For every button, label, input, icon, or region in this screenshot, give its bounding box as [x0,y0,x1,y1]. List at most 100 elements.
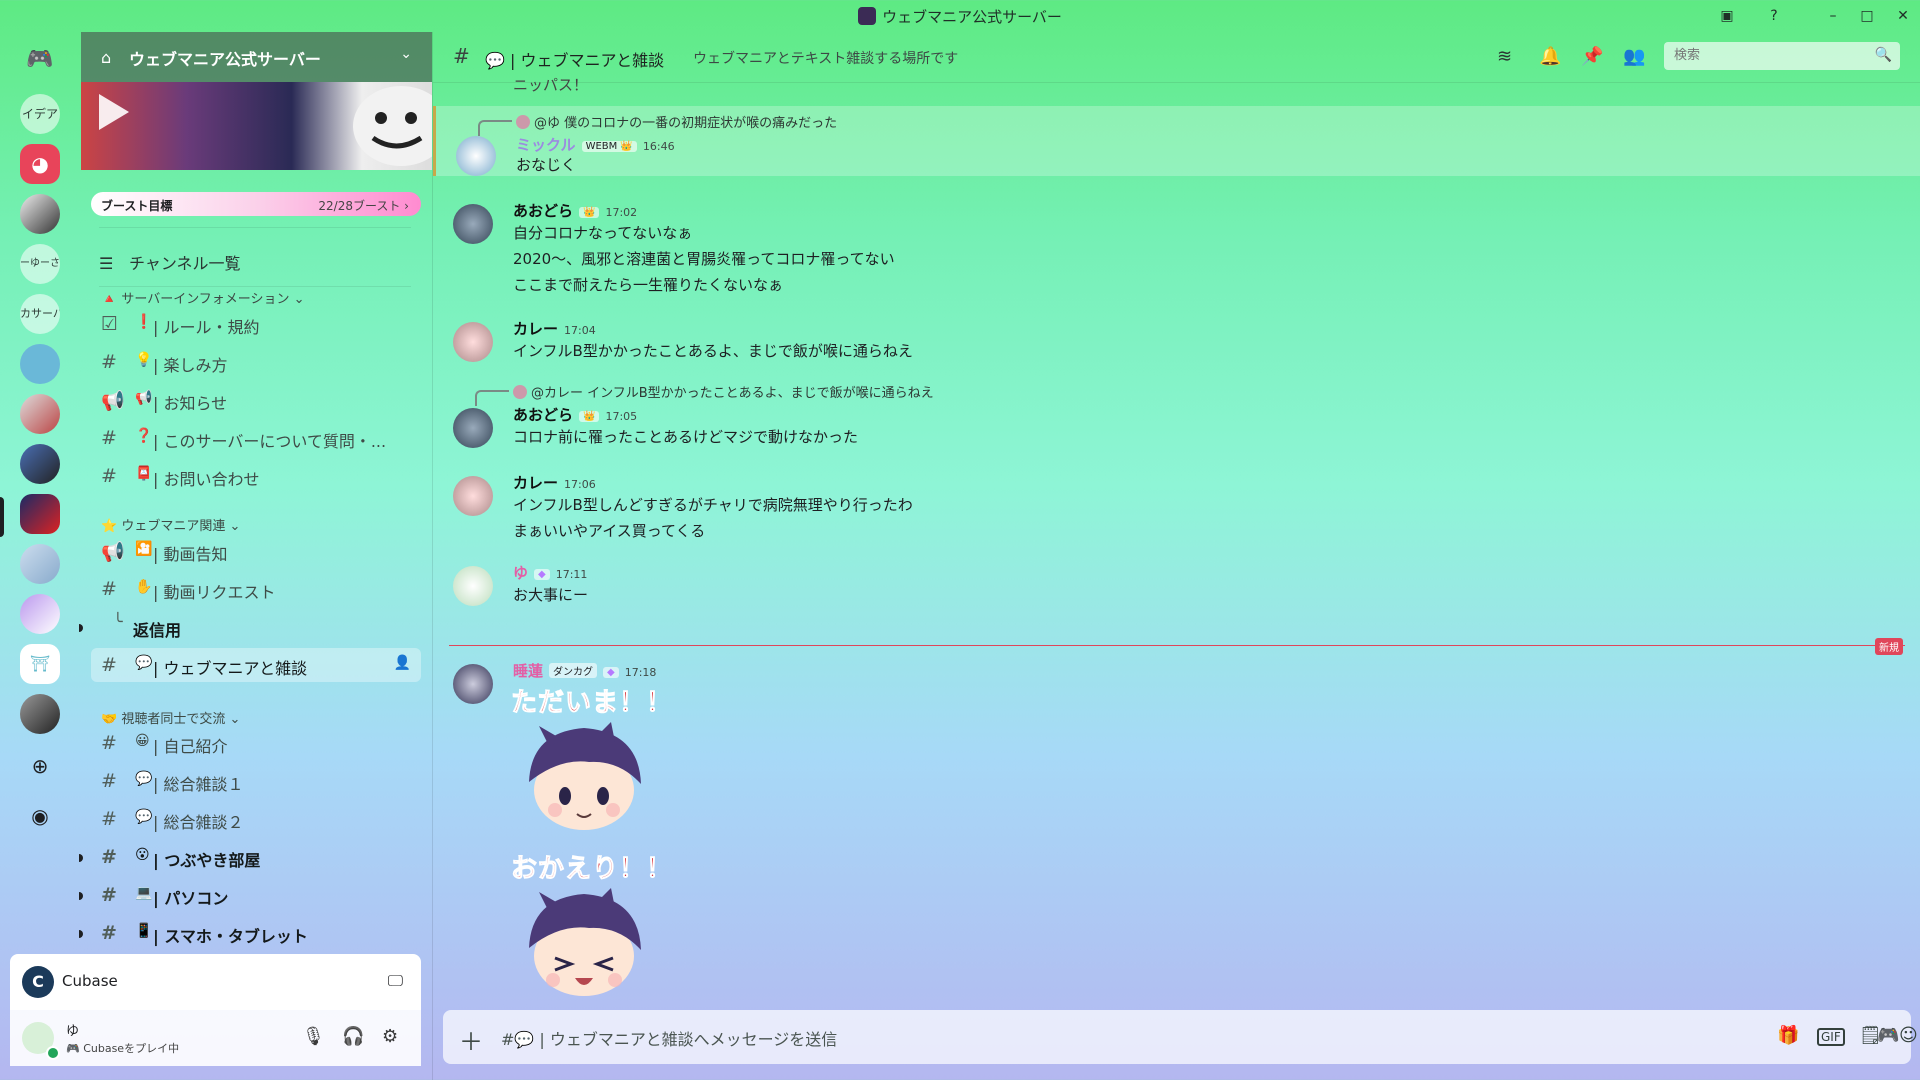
explore-servers-icon[interactable]: ◉ [26,802,54,830]
apps-icon[interactable]: 🎮 [1877,1025,1899,1046]
channel-rules[interactable]: ☑ ❗ | ルール・規約 [91,307,421,341]
server-avatar-7[interactable]: ⛩ [20,644,60,684]
sticker-face-laugh[interactable] [519,888,649,1000]
message-author[interactable]: あおどら [513,406,573,424]
channel-general-2[interactable]: # 💬 | 総合雑談２ [91,802,421,836]
unread-indicator [79,624,83,632]
help-icon[interactable]: ? [1764,6,1784,26]
boost-goal-bar[interactable]: ブースト目標 22/28ブースト › [91,192,421,216]
avatar[interactable] [453,664,493,704]
message-text: インフルB型かかったことあるよ、まじで飯が喉に通らねえ [513,342,913,360]
inbox-icon[interactable]: ▣ [1717,6,1737,26]
bell-icon[interactable]: 🔔 [1539,46,1561,67]
avatar[interactable] [456,136,496,176]
selected-server-pill [0,497,4,537]
window-title: ウェブマニア公式サーバー [0,6,1920,27]
discord-server-icon[interactable]: ◕ [20,144,60,184]
channel-how-to-enjoy[interactable]: # 💡 | 楽しみ方 [91,345,421,379]
avatar[interactable] [453,566,493,606]
server-avatar-5[interactable] [20,544,60,584]
discord-home-icon[interactable]: 🎮 [20,40,60,80]
server-avatar-2[interactable] [20,344,60,384]
message-author[interactable]: ゆ [513,564,528,582]
avatar[interactable] [453,476,493,516]
channel-smartphone[interactable]: # 📱 | スマホ・タブレット [79,916,421,950]
gif-icon[interactable]: GIF [1817,1028,1845,1046]
server-header[interactable]: ⌂ ウェブマニア公式サーバー ⌄ [81,32,432,82]
username[interactable]: ゆ [66,1020,79,1039]
message-author[interactable]: あおどら [513,202,573,220]
message-text: おなじく [516,156,577,174]
channel-webmania-chat[interactable]: # 💬 | ウェブマニアと雑談 👤 [91,648,421,682]
headphones-icon[interactable]: 🎧 [342,1026,364,1047]
minimize-button[interactable]: – [1823,6,1843,26]
message-input[interactable]: #💬 | ウェブマニアと雑談へメッセージを送信 [501,1026,837,1050]
sticker-face-smile[interactable] [519,722,649,834]
search-input[interactable] [1672,47,1866,64]
server-avatar-6[interactable] [20,594,60,634]
add-server-icon[interactable]: ⊕ [26,752,54,780]
divider [99,227,411,228]
channel-self-intro[interactable]: # 😀 | 自己紹介 [91,726,421,760]
gear-icon[interactable]: ⚙ [382,1026,398,1047]
server-avatar-4[interactable] [20,444,60,484]
avatar[interactable] [453,204,493,244]
channel-general-1[interactable]: # 💬 | 総合雑談１ [91,764,421,798]
channel-pc[interactable]: # 💻 | パソコン [79,878,421,912]
message-text: ここまで耐えたら一生罹りたくないなぁ [513,276,784,294]
reply-preview[interactable]: @ゆ 僕のコロナの一番の初期症状が喉の痛みだった [516,112,837,131]
avatar[interactable] [453,408,493,448]
channel-video-request[interactable]: # ✋ | 動画リクエスト [91,572,421,606]
server-kasaba[interactable]: カサーバ [20,294,60,334]
channel-topic[interactable]: ウェブマニアとテキスト雑談する場所です [693,48,958,68]
channel-contact[interactable]: # 📮 | お問い合わせ [91,459,421,493]
channel-browser-button[interactable]: ☰ チャンネル一覧 [99,250,241,274]
channel-announcements[interactable]: 📢 📢 | お知らせ [91,383,421,417]
member-list-icon[interactable]: 👥 [1623,46,1645,67]
online-status-icon [46,1046,60,1060]
threads-icon[interactable]: ≋ [1497,46,1512,67]
category-viewers[interactable]: 🤝 視聴者同士で交流 ⌄ [101,708,240,727]
search-icon: 🔍 [1874,47,1892,63]
message-author[interactable]: ミックル [516,136,576,154]
channel-tsubuyaki[interactable]: # 😮 | つぶやき部屋 [79,840,421,874]
close-button[interactable]: ✕ [1893,6,1913,26]
server-banner [81,82,432,170]
emoji-icon[interactable]: ☺ [1899,1025,1918,1046]
cubase-icon: C [22,966,54,998]
microphone-icon[interactable]: 🎙 [302,1026,325,1047]
message-text: コロナ前に罹ったことあるけどマジで動けなかった [513,428,859,446]
reply-preview[interactable]: @カレー インフルB型かかったことあるよ、まじで飯が喉に通らねえ [513,382,934,401]
category-webmania[interactable]: ⭐ ウェブマニア関連 ⌄ [101,515,240,534]
server-avatar-3[interactable] [20,394,60,434]
server-app-icon [858,7,877,25]
search-box[interactable]: 🔍 [1664,42,1900,70]
server-webmania[interactable] [20,494,60,534]
message-timestamp: 17:06 [564,478,596,491]
banner-art [99,86,432,166]
add-member-icon[interactable]: 👤 [394,655,411,671]
avatar[interactable] [453,322,493,362]
message-author[interactable]: カレー [513,320,558,338]
attach-plus-icon[interactable]: ＋ [459,1022,483,1057]
server-avatar-1[interactable] [20,194,60,234]
hash-icon: # [453,44,470,68]
maximize-button[interactable]: □ [1857,6,1877,26]
server-yuusa[interactable]: ーゆーさ [20,244,60,284]
message-author[interactable]: カレー [513,474,558,492]
pin-icon[interactable]: 📌 [1581,46,1603,67]
message-text: ニッパス！ [513,76,589,94]
channel-server-questions[interactable]: # ❓ | このサーバーについて質問・... [91,421,421,455]
channel-header: # 💬 | ウェブマニアと雑談 ウェブマニアとテキスト雑談する場所です ≋ 🔔 … [433,32,1920,83]
server-avatar-8[interactable] [20,694,60,734]
gift-icon[interactable]: 🎁 [1777,1025,1799,1046]
message-author[interactable]: 睡蓮 [513,662,543,680]
message: @ゆ 僕のコロナの一番の初期症状が喉の痛みだった ミックル WEBM 👑 16:46… [433,106,1920,176]
server-idea[interactable]: イデア [20,94,60,134]
screen-share-icon[interactable]: 🖵 [388,971,403,991]
category-server-info[interactable]: 🔺 サーバーインフォメーション ⌄ [101,288,305,307]
message-timestamp: 17:05 [605,410,638,423]
channel-video-notice[interactable]: 📢 🎦 | 動画告知 [91,534,421,568]
server-tag-badge: ダンカグ [549,663,598,678]
thread-reply[interactable]: ╰ 返信用 [79,610,421,644]
